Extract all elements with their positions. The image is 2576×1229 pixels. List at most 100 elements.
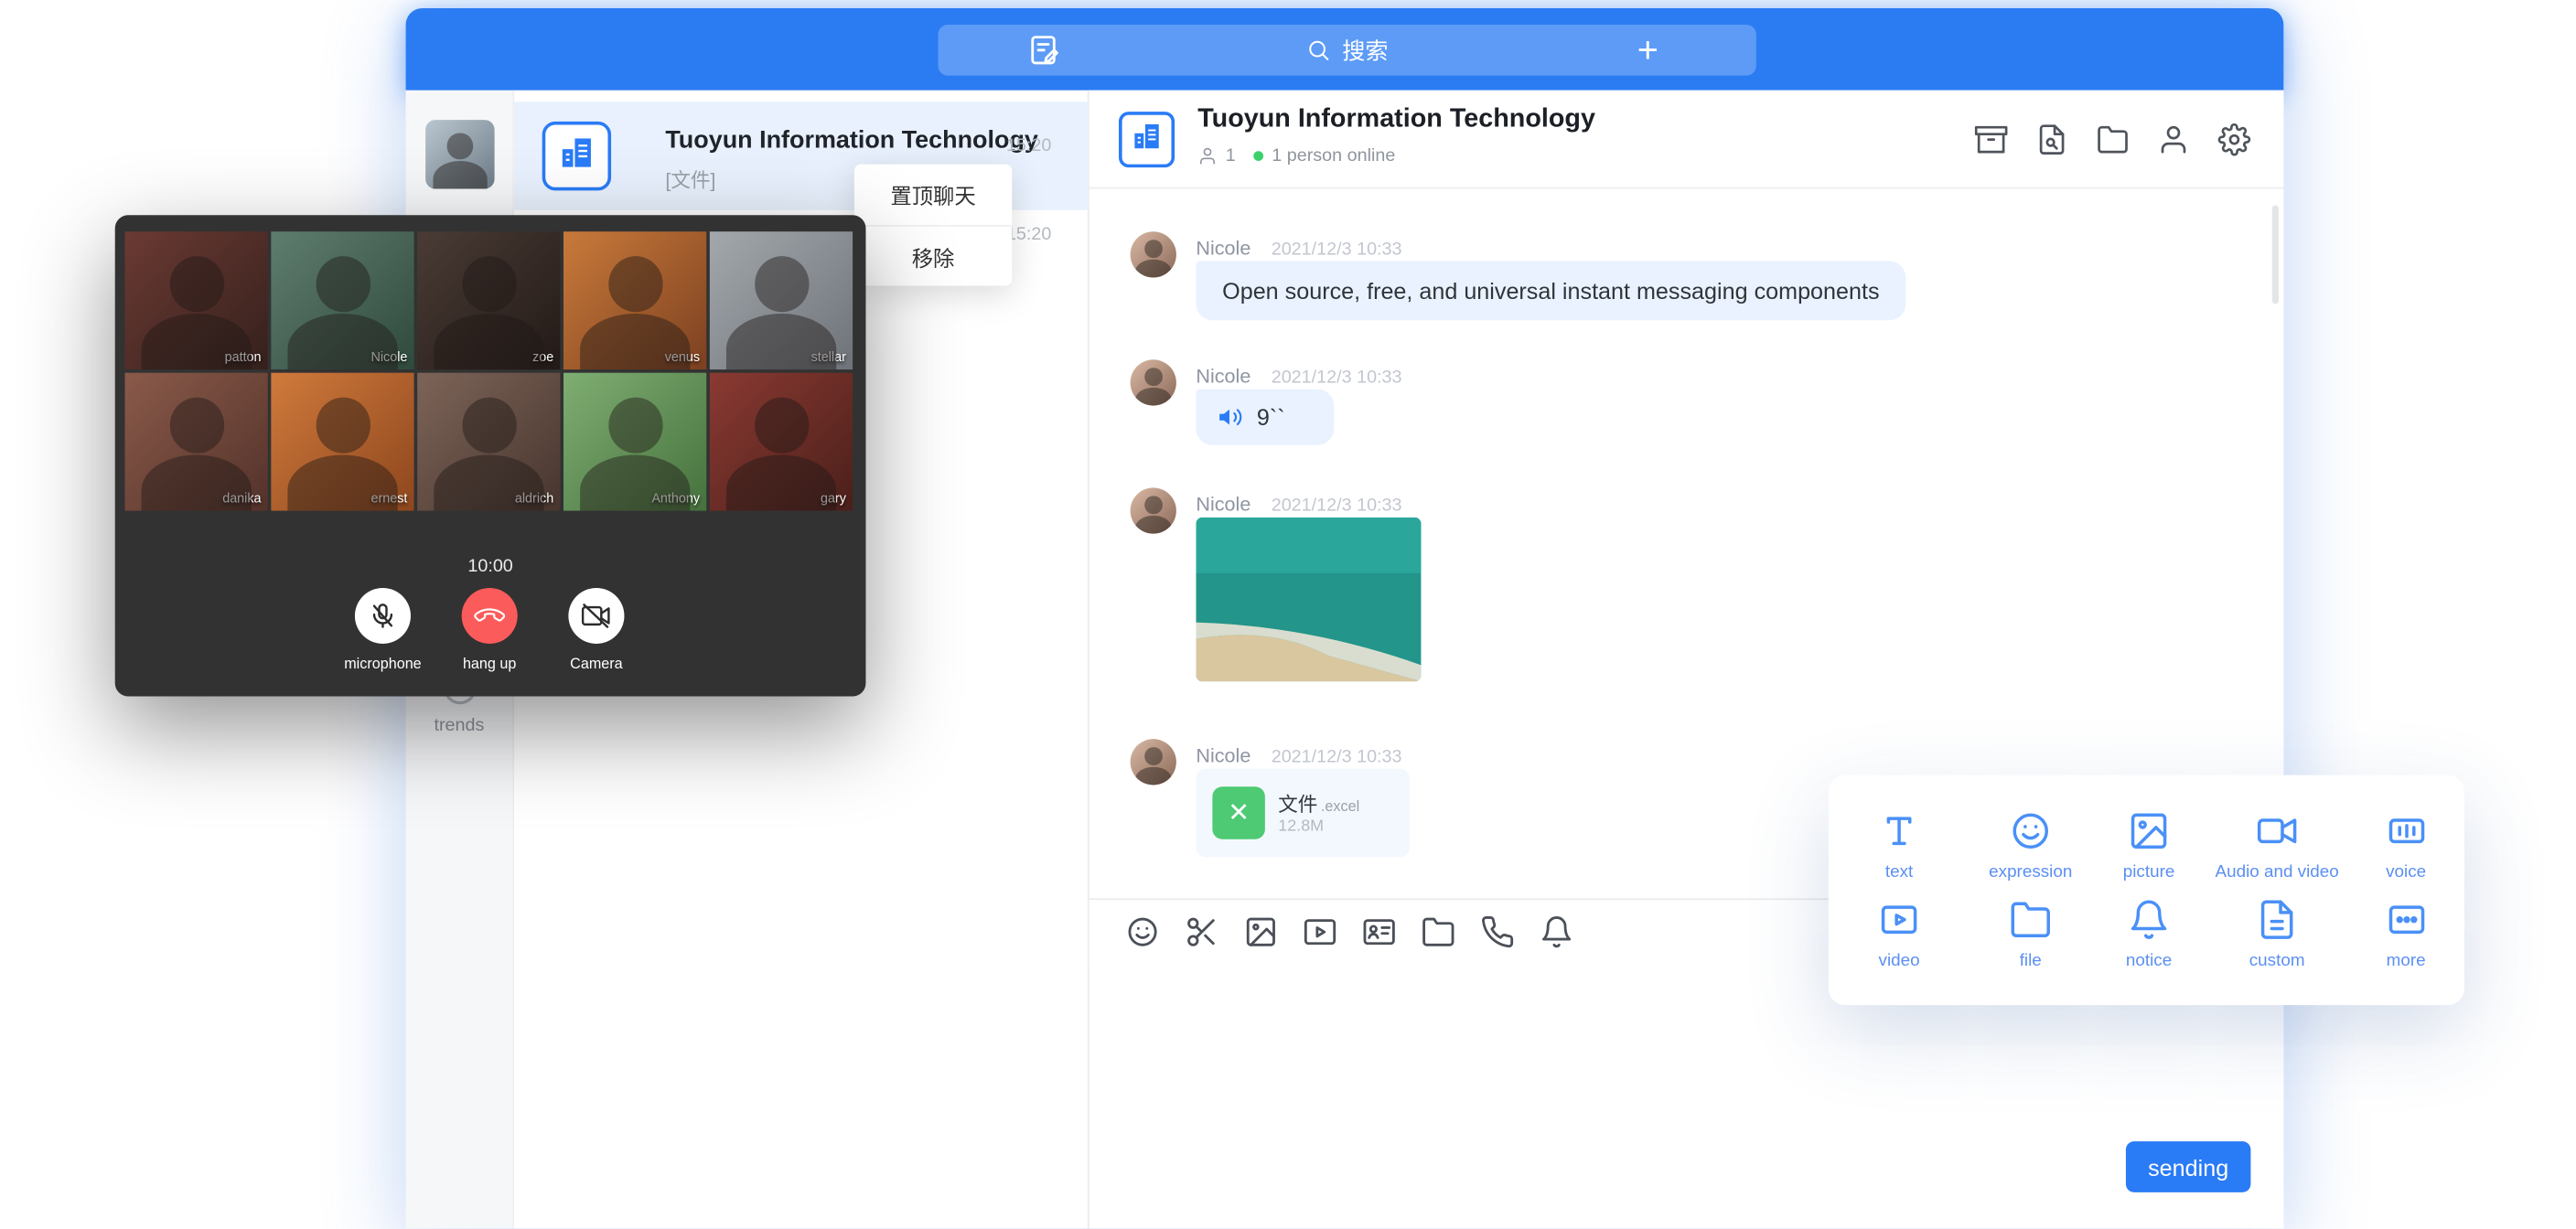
sender-avatar[interactable] (1131, 487, 1176, 533)
speaker-icon (1218, 404, 1244, 431)
feature-expression[interactable]: expression (1970, 809, 2091, 882)
feature-video[interactable]: video (1829, 898, 1970, 970)
sender-avatar[interactable] (1131, 231, 1176, 277)
message-time: 2021/12/3 10:33 (1272, 496, 1402, 516)
screenshot-scissors-icon[interactable] (1185, 914, 1219, 949)
menu-item-remove[interactable]: 移除 (854, 225, 1012, 285)
participant-tile[interactable]: stellar (710, 231, 853, 369)
participant-tile[interactable]: Anthony (564, 373, 706, 511)
search-icon (1306, 37, 1331, 62)
participant-tile[interactable]: zoe (417, 231, 560, 369)
sender-avatar[interactable] (1131, 359, 1176, 405)
search-placeholder: 搜索 (1342, 34, 1388, 67)
announcement-icon[interactable] (1975, 123, 2008, 156)
online-dot (1254, 151, 1264, 161)
participant-name: patton (225, 350, 262, 365)
hang-up-phone-icon (471, 597, 509, 635)
participant-tile[interactable]: ernest (271, 373, 413, 511)
chat-actions (1975, 123, 2251, 156)
screen: 搜索 + trends (0, 0, 2576, 1228)
message-header: Nicole 2021/12/3 10:33 (1196, 489, 1401, 518)
menu-item-pin-chat[interactable]: 置顶聊天 (854, 165, 1012, 225)
message-time: 2021/12/3 10:33 (1272, 368, 1402, 388)
beach-photo (1196, 518, 1421, 682)
conversation-last-message: [文件] (665, 166, 715, 194)
scrollbar-thumb[interactable] (2272, 205, 2279, 304)
video-play-icon (1878, 898, 1921, 941)
add-button[interactable]: + (1612, 25, 1684, 76)
sender-name: Nicole (1196, 744, 1250, 767)
building-icon (1129, 117, 1165, 161)
feature-panel: text expression picture Audio and video … (1829, 775, 2464, 1005)
participant-tile[interactable]: Nicole (271, 231, 413, 369)
expression-icon (2009, 809, 2052, 852)
file-ext: .excel (1321, 798, 1359, 815)
more-icon (2385, 898, 2428, 941)
conversation-title: Tuoyun Information Technology (665, 126, 1038, 155)
notification-bell-icon[interactable] (1540, 914, 1574, 949)
picture-icon[interactable] (1244, 914, 1279, 949)
participant-tile[interactable]: aldrich (417, 373, 560, 511)
feature-voice[interactable]: voice (2347, 809, 2464, 882)
participant-tile[interactable]: patton (124, 231, 267, 369)
camera-off-icon (582, 601, 611, 630)
file-size: 12.8M (1278, 818, 1324, 836)
members-icon (1197, 146, 1218, 166)
control-label: Camera (539, 656, 654, 672)
files-folder-icon[interactable] (2097, 123, 2130, 156)
settings-gear-icon[interactable] (2217, 123, 2250, 156)
message-time: 2021/12/3 10:33 (1272, 240, 1402, 260)
voice-message-bubble[interactable]: 9`` (1196, 390, 1334, 445)
participant-name: aldrich (515, 491, 553, 506)
microphone-toggle-button[interactable]: microphone (326, 588, 441, 672)
participant-name: venus (665, 350, 700, 365)
mic-off-icon (368, 601, 397, 630)
text-message-bubble[interactable]: Open source, free, and universal instant… (1196, 262, 1905, 321)
camera-toggle-button[interactable]: Camera (539, 588, 654, 672)
message-header: Nicole 2021/12/3 10:33 (1196, 233, 1401, 262)
sender-name: Nicole (1196, 493, 1250, 516)
participant-tile[interactable]: gary (710, 373, 853, 511)
chat-group-avatar[interactable] (1119, 112, 1175, 167)
feature-file[interactable]: file (1970, 898, 2091, 970)
control-label: microphone (326, 656, 441, 672)
feature-picture[interactable]: picture (2091, 809, 2206, 882)
online-text: 1 person online (1272, 146, 1395, 166)
participant-name: ernest (370, 491, 407, 506)
chat-history-search-icon[interactable] (2035, 123, 2068, 156)
file-message-card[interactable]: ✕ 文件.excel 12.8M (1196, 768, 1409, 857)
feature-more[interactable]: more (2347, 898, 2464, 970)
sender-avatar[interactable] (1131, 739, 1176, 785)
contact-card-icon[interactable] (1362, 914, 1397, 949)
file-folder-icon[interactable] (1421, 914, 1455, 949)
participant-tile[interactable]: danika (124, 373, 267, 511)
feature-audio-video[interactable]: Audio and video (2206, 809, 2347, 882)
send-button[interactable]: sending (2126, 1141, 2250, 1192)
feature-custom[interactable]: custom (2206, 898, 2347, 970)
chat-header: Tuoyun Information Technology 1 1 person… (1089, 91, 2284, 189)
feature-notice[interactable]: notice (2091, 898, 2206, 970)
header-pill: 搜索 + (938, 25, 1755, 76)
image-message[interactable] (1196, 518, 1421, 682)
excel-file-icon: ✕ (1212, 786, 1264, 839)
voice-icon (2385, 809, 2428, 852)
video-icon[interactable] (1303, 914, 1337, 949)
sender-name: Nicole (1196, 365, 1250, 388)
user-avatar[interactable] (425, 120, 494, 188)
message-time: 2021/12/3 10:33 (1272, 747, 1402, 767)
call-phone-icon[interactable] (1480, 914, 1515, 949)
sender-name: Nicole (1196, 237, 1250, 260)
chat-subtitle: 1 1 person online (1197, 146, 1395, 166)
text-icon (1878, 809, 1921, 852)
participant-tile[interactable]: venus (564, 231, 706, 369)
trends-label: trends (406, 716, 513, 736)
chat-title: Tuoyun Information Technology (1197, 105, 1595, 134)
group-avatar (542, 122, 611, 190)
feature-text[interactable]: text (1829, 809, 1970, 882)
folder-icon (2009, 898, 2052, 941)
member-manage-icon[interactable] (2157, 123, 2190, 156)
hang-up-button[interactable]: hang up (432, 588, 547, 672)
audio-video-icon (2256, 809, 2299, 852)
emoji-icon[interactable] (1125, 914, 1160, 949)
call-timer: 10:00 (115, 557, 866, 577)
